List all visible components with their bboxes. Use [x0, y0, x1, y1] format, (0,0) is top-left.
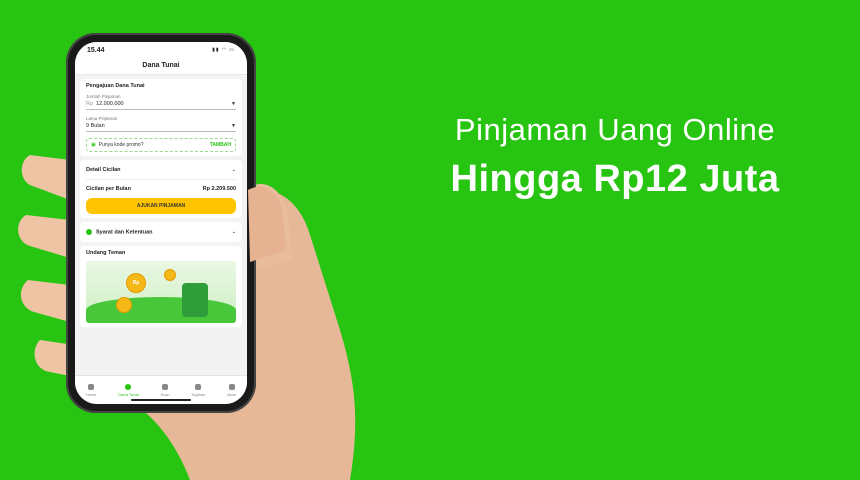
- bottom-tab-bar: Home Dana Tunai Scan Tagihan Akun: [75, 375, 247, 404]
- account-icon: [228, 383, 235, 390]
- terms-label: Syarat dan Ketentuan: [96, 229, 153, 236]
- tab-tagihan[interactable]: Tagihan: [191, 383, 206, 397]
- phone-screen: 15.44 ▮▮ ◠ ▭ Dana Tunai Pengajuan Dana T…: [75, 42, 247, 404]
- submit-loan-button[interactable]: AJUKAN PINJAMAN: [86, 198, 236, 214]
- detail-label: Detail Cicilan: [86, 167, 121, 173]
- app-title: Dana Tunai: [75, 58, 247, 75]
- coin-icon: Rp: [126, 273, 146, 294]
- invite-title: Undang Teman: [86, 250, 126, 257]
- tab-label: Scan: [160, 391, 170, 397]
- form-title: Pengajuan Dana Tunai: [86, 83, 145, 89]
- amount-prefix: Rp: [86, 101, 94, 107]
- amount-select[interactable]: Rp 12.000.000 ▼: [86, 99, 236, 110]
- status-bar: 15.44 ▮▮ ◠ ▭: [75, 42, 247, 58]
- monthly-installment-row: Cicilan per Bulan Rp 2.209.500: [86, 183, 236, 195]
- divider: [86, 179, 236, 180]
- tab-dana-tunai[interactable]: Dana Tunai: [118, 383, 139, 397]
- terms-card[interactable]: Syarat dan Ketentuan ⌄: [80, 222, 242, 243]
- terms-row: Syarat dan Ketentuan ⌄: [86, 226, 236, 238]
- home-indicator: [131, 399, 191, 401]
- tab-label: Tagihan: [191, 391, 206, 397]
- ticket-icon: ▣: [91, 142, 96, 148]
- tab-label: Akun: [227, 391, 237, 397]
- tenor-value: 9 Bulan: [86, 123, 105, 129]
- scan-icon: [162, 383, 168, 390]
- chevron-down-icon: ⌄: [231, 229, 236, 236]
- tab-scan[interactable]: Scan: [160, 383, 170, 397]
- promo-code-box[interactable]: ▣ Punya kode promo? TAMBAH: [86, 138, 236, 152]
- installment-detail-toggle[interactable]: Detail Cicilan ⌄: [86, 164, 236, 176]
- tab-label: Home: [85, 391, 97, 397]
- banner-hill: [86, 297, 236, 324]
- home-icon: [88, 383, 95, 390]
- signal-wifi-battery-icon: ▮▮ ◠ ▭: [212, 47, 235, 53]
- coin-icon: [164, 269, 176, 282]
- status-time: 15.44: [87, 46, 105, 54]
- invite-banner: Rp: [86, 261, 236, 324]
- amount-value: 12.000.000: [96, 101, 124, 107]
- phone-device: 15.44 ▮▮ ◠ ▭ Dana Tunai Pengajuan Dana T…: [66, 33, 256, 413]
- chevron-down-icon: ⌄: [231, 167, 236, 173]
- chevron-down-icon: ▼: [231, 123, 236, 129]
- monthly-value: Rp 2.209.500: [202, 186, 236, 192]
- bill-icon: [195, 383, 202, 390]
- installment-card: Detail Cicilan ⌄ Cicilan per Bulan Rp 2.…: [80, 160, 242, 218]
- tab-home[interactable]: Home: [85, 383, 97, 397]
- tenor-select[interactable]: 9 Bulan ▼: [86, 121, 236, 132]
- add-promo-button[interactable]: TAMBAH: [210, 142, 231, 148]
- check-icon: [86, 229, 92, 235]
- tab-akun[interactable]: Akun: [227, 383, 237, 397]
- cash-icon: [125, 383, 132, 390]
- chevron-down-icon: ▼: [231, 101, 236, 107]
- invite-card[interactable]: Undang Teman Rp: [80, 246, 242, 328]
- loan-form-card: Pengajuan Dana Tunai Jumlah Pinjaman Rp 1…: [80, 79, 242, 156]
- monthly-label: Cicilan per Bulan: [86, 186, 131, 192]
- promo-text: Punya kode promo?: [98, 142, 144, 148]
- tab-label: Dana Tunai: [118, 391, 139, 397]
- phone-illustration-icon: [182, 283, 208, 318]
